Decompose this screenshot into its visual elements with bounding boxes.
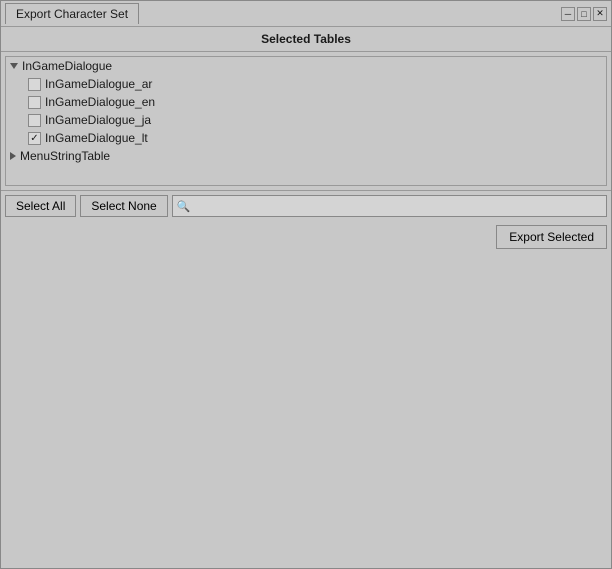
item-label-ja: InGameDialogue_ja [45,113,151,127]
group-label-menustringtable: MenuStringTable [20,149,110,163]
title-bar: Export Character Set ─ □ ✕ [1,1,611,27]
action-bar: Export Selected [1,221,611,253]
table-list[interactable]: InGameDialogue InGameDialogue_ar InGameD… [5,56,607,186]
item-label-en: InGameDialogue_en [45,95,155,109]
export-selected-button[interactable]: Export Selected [496,225,607,249]
checkbox-lt[interactable] [28,132,41,145]
checkbox-ja[interactable] [28,114,41,127]
panel-title: Selected Tables [261,32,351,46]
close-button[interactable]: ✕ [593,7,607,21]
group-label-ingamedialogue: InGameDialogue [22,59,112,73]
tree-group-menustringtable[interactable]: MenuStringTable [6,147,606,165]
minimize-icon: ─ [565,9,571,19]
panel-header: Selected Tables [1,27,611,52]
collapse-arrow-icon [10,152,16,160]
close-icon: ✕ [596,8,604,19]
maximize-button[interactable]: □ [577,7,591,21]
select-none-button[interactable]: Select None [80,195,167,217]
item-label-lt: InGameDialogue_lt [45,131,148,145]
window-tab[interactable]: Export Character Set [5,3,139,24]
list-item[interactable]: InGameDialogue_lt [24,129,606,147]
list-item[interactable]: InGameDialogue_ar [24,75,606,93]
list-item[interactable]: InGameDialogue_en [24,93,606,111]
title-bar-controls: ─ □ ✕ [561,7,607,21]
main-window: Export Character Set ─ □ ✕ Selected Tabl… [0,0,612,569]
tree-group-ingamedialogue[interactable]: InGameDialogue [6,57,606,75]
checkbox-ar[interactable] [28,78,41,91]
expand-arrow-icon [10,63,18,69]
tab-label: Export Character Set [16,7,128,21]
list-item[interactable]: InGameDialogue_ja [24,111,606,129]
search-input[interactable] [192,199,602,213]
checkbox-en[interactable] [28,96,41,109]
select-all-button[interactable]: Select All [5,195,76,217]
minimize-button[interactable]: ─ [561,7,575,21]
search-icon: 🔍 [177,200,191,213]
maximize-icon: □ [581,9,586,19]
bottom-bar: Select All Select None 🔍 [1,190,611,221]
ingamedialogue-children: InGameDialogue_ar InGameDialogue_en InGa… [6,75,606,147]
item-label-ar: InGameDialogue_ar [45,77,152,91]
empty-area [1,253,611,568]
search-box[interactable]: 🔍 [172,195,607,217]
